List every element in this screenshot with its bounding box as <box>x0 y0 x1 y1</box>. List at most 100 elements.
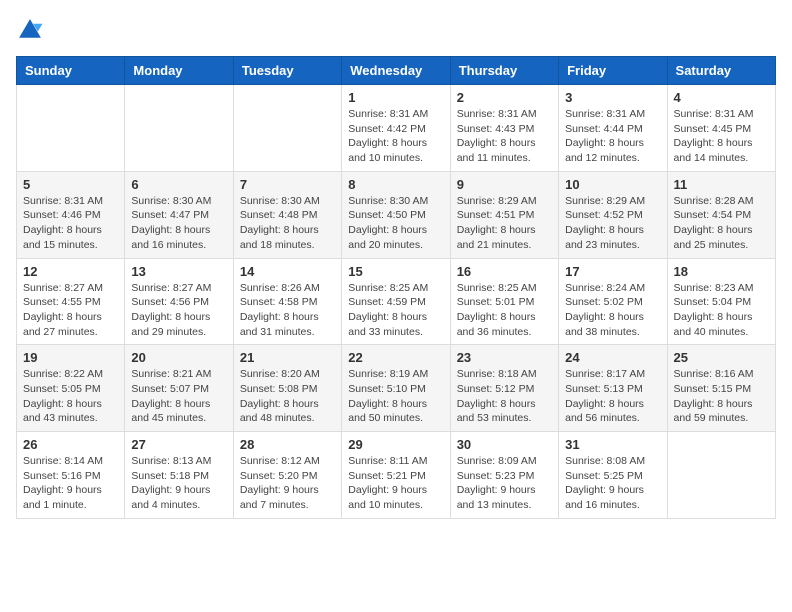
calendar-table: SundayMondayTuesdayWednesdayThursdayFrid… <box>16 56 776 519</box>
calendar-cell: 19 Sunrise: 8:22 AM Sunset: 5:05 PM Dayli… <box>17 345 125 432</box>
calendar-cell: 23 Sunrise: 8:18 AM Sunset: 5:12 PM Dayli… <box>450 345 558 432</box>
day-info: Sunrise: 8:27 AM Sunset: 4:56 PM Dayligh… <box>131 281 226 340</box>
calendar-cell: 12 Sunrise: 8:27 AM Sunset: 4:55 PM Dayli… <box>17 258 125 345</box>
day-number: 31 <box>565 437 660 452</box>
day-info: Sunrise: 8:11 AM Sunset: 5:21 PM Dayligh… <box>348 454 443 513</box>
calendar-cell <box>667 432 775 519</box>
calendar-cell: 26 Sunrise: 8:14 AM Sunset: 5:16 PM Dayli… <box>17 432 125 519</box>
day-info: Sunrise: 8:12 AM Sunset: 5:20 PM Dayligh… <box>240 454 335 513</box>
day-info: Sunrise: 8:18 AM Sunset: 5:12 PM Dayligh… <box>457 367 552 426</box>
day-of-week-header: Thursday <box>450 57 558 85</box>
calendar-cell: 30 Sunrise: 8:09 AM Sunset: 5:23 PM Dayli… <box>450 432 558 519</box>
day-info: Sunrise: 8:23 AM Sunset: 5:04 PM Dayligh… <box>674 281 769 340</box>
day-number: 19 <box>23 350 118 365</box>
calendar-cell: 16 Sunrise: 8:25 AM Sunset: 5:01 PM Dayli… <box>450 258 558 345</box>
day-info: Sunrise: 8:21 AM Sunset: 5:07 PM Dayligh… <box>131 367 226 426</box>
calendar-cell <box>17 85 125 172</box>
day-number: 8 <box>348 177 443 192</box>
day-number: 13 <box>131 264 226 279</box>
calendar-cell: 4Sunrise: 8:31 AM Sunset: 4:45 PM Daylig… <box>667 85 775 172</box>
calendar-cell: 6Sunrise: 8:30 AM Sunset: 4:47 PM Daylig… <box>125 171 233 258</box>
day-of-week-header: Tuesday <box>233 57 341 85</box>
calendar-cell: 29 Sunrise: 8:11 AM Sunset: 5:21 PM Dayli… <box>342 432 450 519</box>
day-info: Sunrise: 8:25 AM Sunset: 5:01 PM Dayligh… <box>457 281 552 340</box>
day-number: 2 <box>457 90 552 105</box>
day-of-week-header: Saturday <box>667 57 775 85</box>
day-info: Sunrise: 8:29 AM Sunset: 4:52 PM Dayligh… <box>565 194 660 253</box>
day-number: 9 <box>457 177 552 192</box>
calendar-cell: 17Sunrise: 8:24 AM Sunset: 5:02 PM Dayli… <box>559 258 667 345</box>
calendar-cell: 7 Sunrise: 8:30 AM Sunset: 4:48 PM Daylig… <box>233 171 341 258</box>
day-number: 22 <box>348 350 443 365</box>
calendar-cell: 8 Sunrise: 8:30 AM Sunset: 4:50 PM Daylig… <box>342 171 450 258</box>
day-info: Sunrise: 8:19 AM Sunset: 5:10 PM Dayligh… <box>348 367 443 426</box>
logo-icon <box>16 16 44 44</box>
day-info: Sunrise: 8:31 AM Sunset: 4:43 PM Dayligh… <box>457 107 552 166</box>
calendar-cell: 9 Sunrise: 8:29 AM Sunset: 4:51 PM Daylig… <box>450 171 558 258</box>
day-number: 20 <box>131 350 226 365</box>
day-number: 3 <box>565 90 660 105</box>
page-header <box>16 16 776 44</box>
day-info: Sunrise: 8:27 AM Sunset: 4:55 PM Dayligh… <box>23 281 118 340</box>
calendar-cell: 10 Sunrise: 8:29 AM Sunset: 4:52 PM Dayli… <box>559 171 667 258</box>
day-number: 21 <box>240 350 335 365</box>
calendar-week-row: 19 Sunrise: 8:22 AM Sunset: 5:05 PM Dayli… <box>17 345 776 432</box>
day-info: Sunrise: 8:31 AM Sunset: 4:42 PM Dayligh… <box>348 107 443 166</box>
day-number: 27 <box>131 437 226 452</box>
day-info: Sunrise: 8:28 AM Sunset: 4:54 PM Dayligh… <box>674 194 769 253</box>
day-number: 30 <box>457 437 552 452</box>
day-number: 7 <box>240 177 335 192</box>
calendar-cell: 1 Sunrise: 8:31 AM Sunset: 4:42 PM Daylig… <box>342 85 450 172</box>
day-info: Sunrise: 8:29 AM Sunset: 4:51 PM Dayligh… <box>457 194 552 253</box>
calendar-week-row: 26 Sunrise: 8:14 AM Sunset: 5:16 PM Dayli… <box>17 432 776 519</box>
day-info: Sunrise: 8:26 AM Sunset: 4:58 PM Dayligh… <box>240 281 335 340</box>
calendar-cell <box>233 85 341 172</box>
calendar-cell: 24 Sunrise: 8:17 AM Sunset: 5:13 PM Dayli… <box>559 345 667 432</box>
day-of-week-header: Friday <box>559 57 667 85</box>
day-number: 24 <box>565 350 660 365</box>
calendar-cell: 2 Sunrise: 8:31 AM Sunset: 4:43 PM Daylig… <box>450 85 558 172</box>
calendar-header-row: SundayMondayTuesdayWednesdayThursdayFrid… <box>17 57 776 85</box>
day-info: Sunrise: 8:30 AM Sunset: 4:48 PM Dayligh… <box>240 194 335 253</box>
day-number: 10 <box>565 177 660 192</box>
day-number: 29 <box>348 437 443 452</box>
day-info: Sunrise: 8:20 AM Sunset: 5:08 PM Dayligh… <box>240 367 335 426</box>
calendar-cell: 28 Sunrise: 8:12 AM Sunset: 5:20 PM Dayli… <box>233 432 341 519</box>
day-info: Sunrise: 8:08 AM Sunset: 5:25 PM Dayligh… <box>565 454 660 513</box>
calendar-cell: 5Sunrise: 8:31 AM Sunset: 4:46 PM Daylig… <box>17 171 125 258</box>
day-info: Sunrise: 8:14 AM Sunset: 5:16 PM Dayligh… <box>23 454 118 513</box>
day-info: Sunrise: 8:25 AM Sunset: 4:59 PM Dayligh… <box>348 281 443 340</box>
calendar-cell: 25 Sunrise: 8:16 AM Sunset: 5:15 PM Dayli… <box>667 345 775 432</box>
day-number: 26 <box>23 437 118 452</box>
day-info: Sunrise: 8:30 AM Sunset: 4:50 PM Dayligh… <box>348 194 443 253</box>
day-number: 25 <box>674 350 769 365</box>
day-info: Sunrise: 8:22 AM Sunset: 5:05 PM Dayligh… <box>23 367 118 426</box>
calendar-week-row: 12 Sunrise: 8:27 AM Sunset: 4:55 PM Dayli… <box>17 258 776 345</box>
calendar-week-row: 1 Sunrise: 8:31 AM Sunset: 4:42 PM Daylig… <box>17 85 776 172</box>
day-number: 23 <box>457 350 552 365</box>
calendar-cell: 11 Sunrise: 8:28 AM Sunset: 4:54 PM Dayli… <box>667 171 775 258</box>
day-info: Sunrise: 8:17 AM Sunset: 5:13 PM Dayligh… <box>565 367 660 426</box>
day-info: Sunrise: 8:24 AM Sunset: 5:02 PM Dayligh… <box>565 281 660 340</box>
day-info: Sunrise: 8:30 AM Sunset: 4:47 PM Dayligh… <box>131 194 226 253</box>
day-number: 16 <box>457 264 552 279</box>
calendar-cell <box>125 85 233 172</box>
day-info: Sunrise: 8:16 AM Sunset: 5:15 PM Dayligh… <box>674 367 769 426</box>
day-info: Sunrise: 8:31 AM Sunset: 4:44 PM Dayligh… <box>565 107 660 166</box>
day-of-week-header: Wednesday <box>342 57 450 85</box>
logo <box>16 16 48 44</box>
calendar-cell: 15Sunrise: 8:25 AM Sunset: 4:59 PM Dayli… <box>342 258 450 345</box>
day-of-week-header: Monday <box>125 57 233 85</box>
calendar-cell: 3 Sunrise: 8:31 AM Sunset: 4:44 PM Daylig… <box>559 85 667 172</box>
day-number: 1 <box>348 90 443 105</box>
day-info: Sunrise: 8:31 AM Sunset: 4:45 PM Dayligh… <box>674 107 769 166</box>
day-number: 11 <box>674 177 769 192</box>
day-number: 18 <box>674 264 769 279</box>
day-number: 12 <box>23 264 118 279</box>
calendar-cell: 31 Sunrise: 8:08 AM Sunset: 5:25 PM Dayli… <box>559 432 667 519</box>
calendar-cell: 20 Sunrise: 8:21 AM Sunset: 5:07 PM Dayli… <box>125 345 233 432</box>
day-info: Sunrise: 8:09 AM Sunset: 5:23 PM Dayligh… <box>457 454 552 513</box>
day-of-week-header: Sunday <box>17 57 125 85</box>
day-number: 28 <box>240 437 335 452</box>
calendar-cell: 22 Sunrise: 8:19 AM Sunset: 5:10 PM Dayli… <box>342 345 450 432</box>
